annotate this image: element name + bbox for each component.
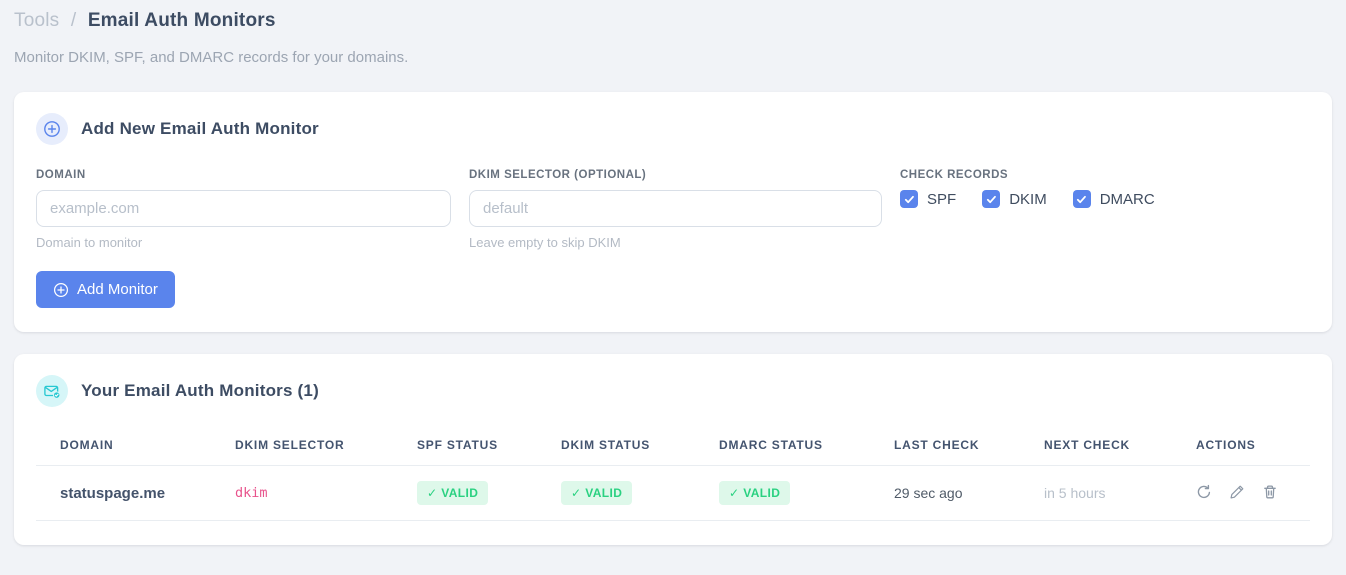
dkim-selector-field-label: DKIM SELECTOR (OPTIONAL) xyxy=(469,169,647,181)
monitor-dkim-status-cell: ✓ VALID xyxy=(561,465,719,521)
page-title: Email Auth Monitors xyxy=(87,10,276,31)
plus-circle-icon xyxy=(53,282,69,298)
add-monitor-card: Add New Email Auth Monitor DOMAIN Domain… xyxy=(14,92,1332,332)
col-header-dmarc-status: DMARC STATUS xyxy=(719,430,894,466)
monitor-domain: statuspage.me xyxy=(36,465,235,521)
plus-circle-icon xyxy=(36,113,68,145)
check-records-label: CHECK RECORDS xyxy=(900,169,1009,181)
check-records-options: SPF DKIM DMARC xyxy=(900,190,1310,208)
table-header-row: DOMAIN DKIM SELECTOR SPF STATUS DKIM STA… xyxy=(36,430,1310,466)
monitor-dmarc-status-cell: ✓ VALID xyxy=(719,465,894,521)
checkbox-checked-icon[interactable] xyxy=(1072,190,1091,208)
page-subtitle: Monitor DKIM, SPF, and DMARC records for… xyxy=(14,49,409,66)
checkbox-dmarc[interactable]: DMARC xyxy=(1072,190,1155,208)
monitor-next-check: in 5 hours xyxy=(1044,465,1196,521)
col-header-next-check: NEXT CHECK xyxy=(1044,430,1196,466)
domain-field-group: DOMAIN Domain to monitor xyxy=(36,169,451,250)
dkim-selector-field-group: DKIM SELECTOR (OPTIONAL) Leave empty to … xyxy=(469,169,882,250)
checkbox-checked-icon[interactable] xyxy=(982,190,1001,208)
domain-input[interactable] xyxy=(36,190,451,227)
col-header-actions: ACTIONS xyxy=(1196,430,1310,466)
spf-status-badge: ✓ VALID xyxy=(417,481,489,505)
dkim-status-badge: ✓ VALID xyxy=(561,481,633,505)
delete-icon[interactable] xyxy=(1262,484,1278,503)
col-header-domain: DOMAIN xyxy=(36,430,235,466)
breadcrumb-tools-link[interactable]: Tools xyxy=(14,10,59,31)
monitor-row: statuspage.me dkim ✓ VALID ✓ VALID ✓ VAL… xyxy=(36,465,1310,521)
checkbox-dkim-label: DKIM xyxy=(1009,190,1047,208)
monitors-list-card: Your Email Auth Monitors (1) DOMAIN DKIM… xyxy=(14,354,1332,545)
email-check-icon xyxy=(36,375,68,407)
col-header-dkim-selector: DKIM SELECTOR xyxy=(235,430,417,466)
col-header-dkim-status: DKIM STATUS xyxy=(561,430,719,466)
domain-field-label: DOMAIN xyxy=(36,169,86,181)
col-header-last-check: LAST CHECK xyxy=(894,430,1044,466)
monitors-table-wrap: DOMAIN DKIM SELECTOR SPF STATUS DKIM STA… xyxy=(36,430,1310,521)
add-monitor-card-header: Add New Email Auth Monitor xyxy=(36,113,1310,145)
checkbox-spf[interactable]: SPF xyxy=(900,190,956,208)
monitor-actions-cell xyxy=(1196,465,1310,521)
col-header-spf-status: SPF STATUS xyxy=(417,430,561,466)
checkbox-dkim[interactable]: DKIM xyxy=(982,190,1047,208)
add-monitor-card-title: Add New Email Auth Monitor xyxy=(81,119,319,138)
checkbox-spf-label: SPF xyxy=(927,190,957,208)
dmarc-status-badge: ✓ VALID xyxy=(719,481,791,505)
add-monitor-form: DOMAIN Domain to monitor DKIM SELECTOR (… xyxy=(36,169,1310,250)
monitors-card-title: Your Email Auth Monitors (1) xyxy=(81,381,319,400)
refresh-icon[interactable] xyxy=(1196,484,1212,503)
checkbox-checked-icon[interactable] xyxy=(900,190,918,208)
email-auth-monitors-page: Tools / Email Auth Monitors Monitor DKIM… xyxy=(0,0,1346,545)
checkbox-dmarc-label: DMARC xyxy=(1099,190,1155,208)
breadcrumb-separator: / xyxy=(70,10,77,31)
monitor-spf-status-cell: ✓ VALID xyxy=(417,465,561,521)
add-monitor-button-label: Add Monitor xyxy=(77,281,158,298)
dkim-selector-input[interactable] xyxy=(469,190,882,227)
breadcrumb: Tools / Email Auth Monitors xyxy=(14,10,1332,32)
edit-icon[interactable] xyxy=(1229,484,1245,503)
monitors-table: DOMAIN DKIM SELECTOR SPF STATUS DKIM STA… xyxy=(36,430,1310,521)
dkim-selector-field-helper: Leave empty to skip DKIM xyxy=(469,235,621,250)
monitor-last-check: 29 sec ago xyxy=(894,465,1044,521)
check-records-group: CHECK RECORDS SPF DKIM DMARC xyxy=(900,169,1310,250)
monitors-card-header: Your Email Auth Monitors (1) xyxy=(36,375,1310,407)
monitor-dkim-selector: dkim xyxy=(235,465,417,521)
domain-field-helper: Domain to monitor xyxy=(36,235,143,250)
add-monitor-button[interactable]: Add Monitor xyxy=(36,271,175,308)
